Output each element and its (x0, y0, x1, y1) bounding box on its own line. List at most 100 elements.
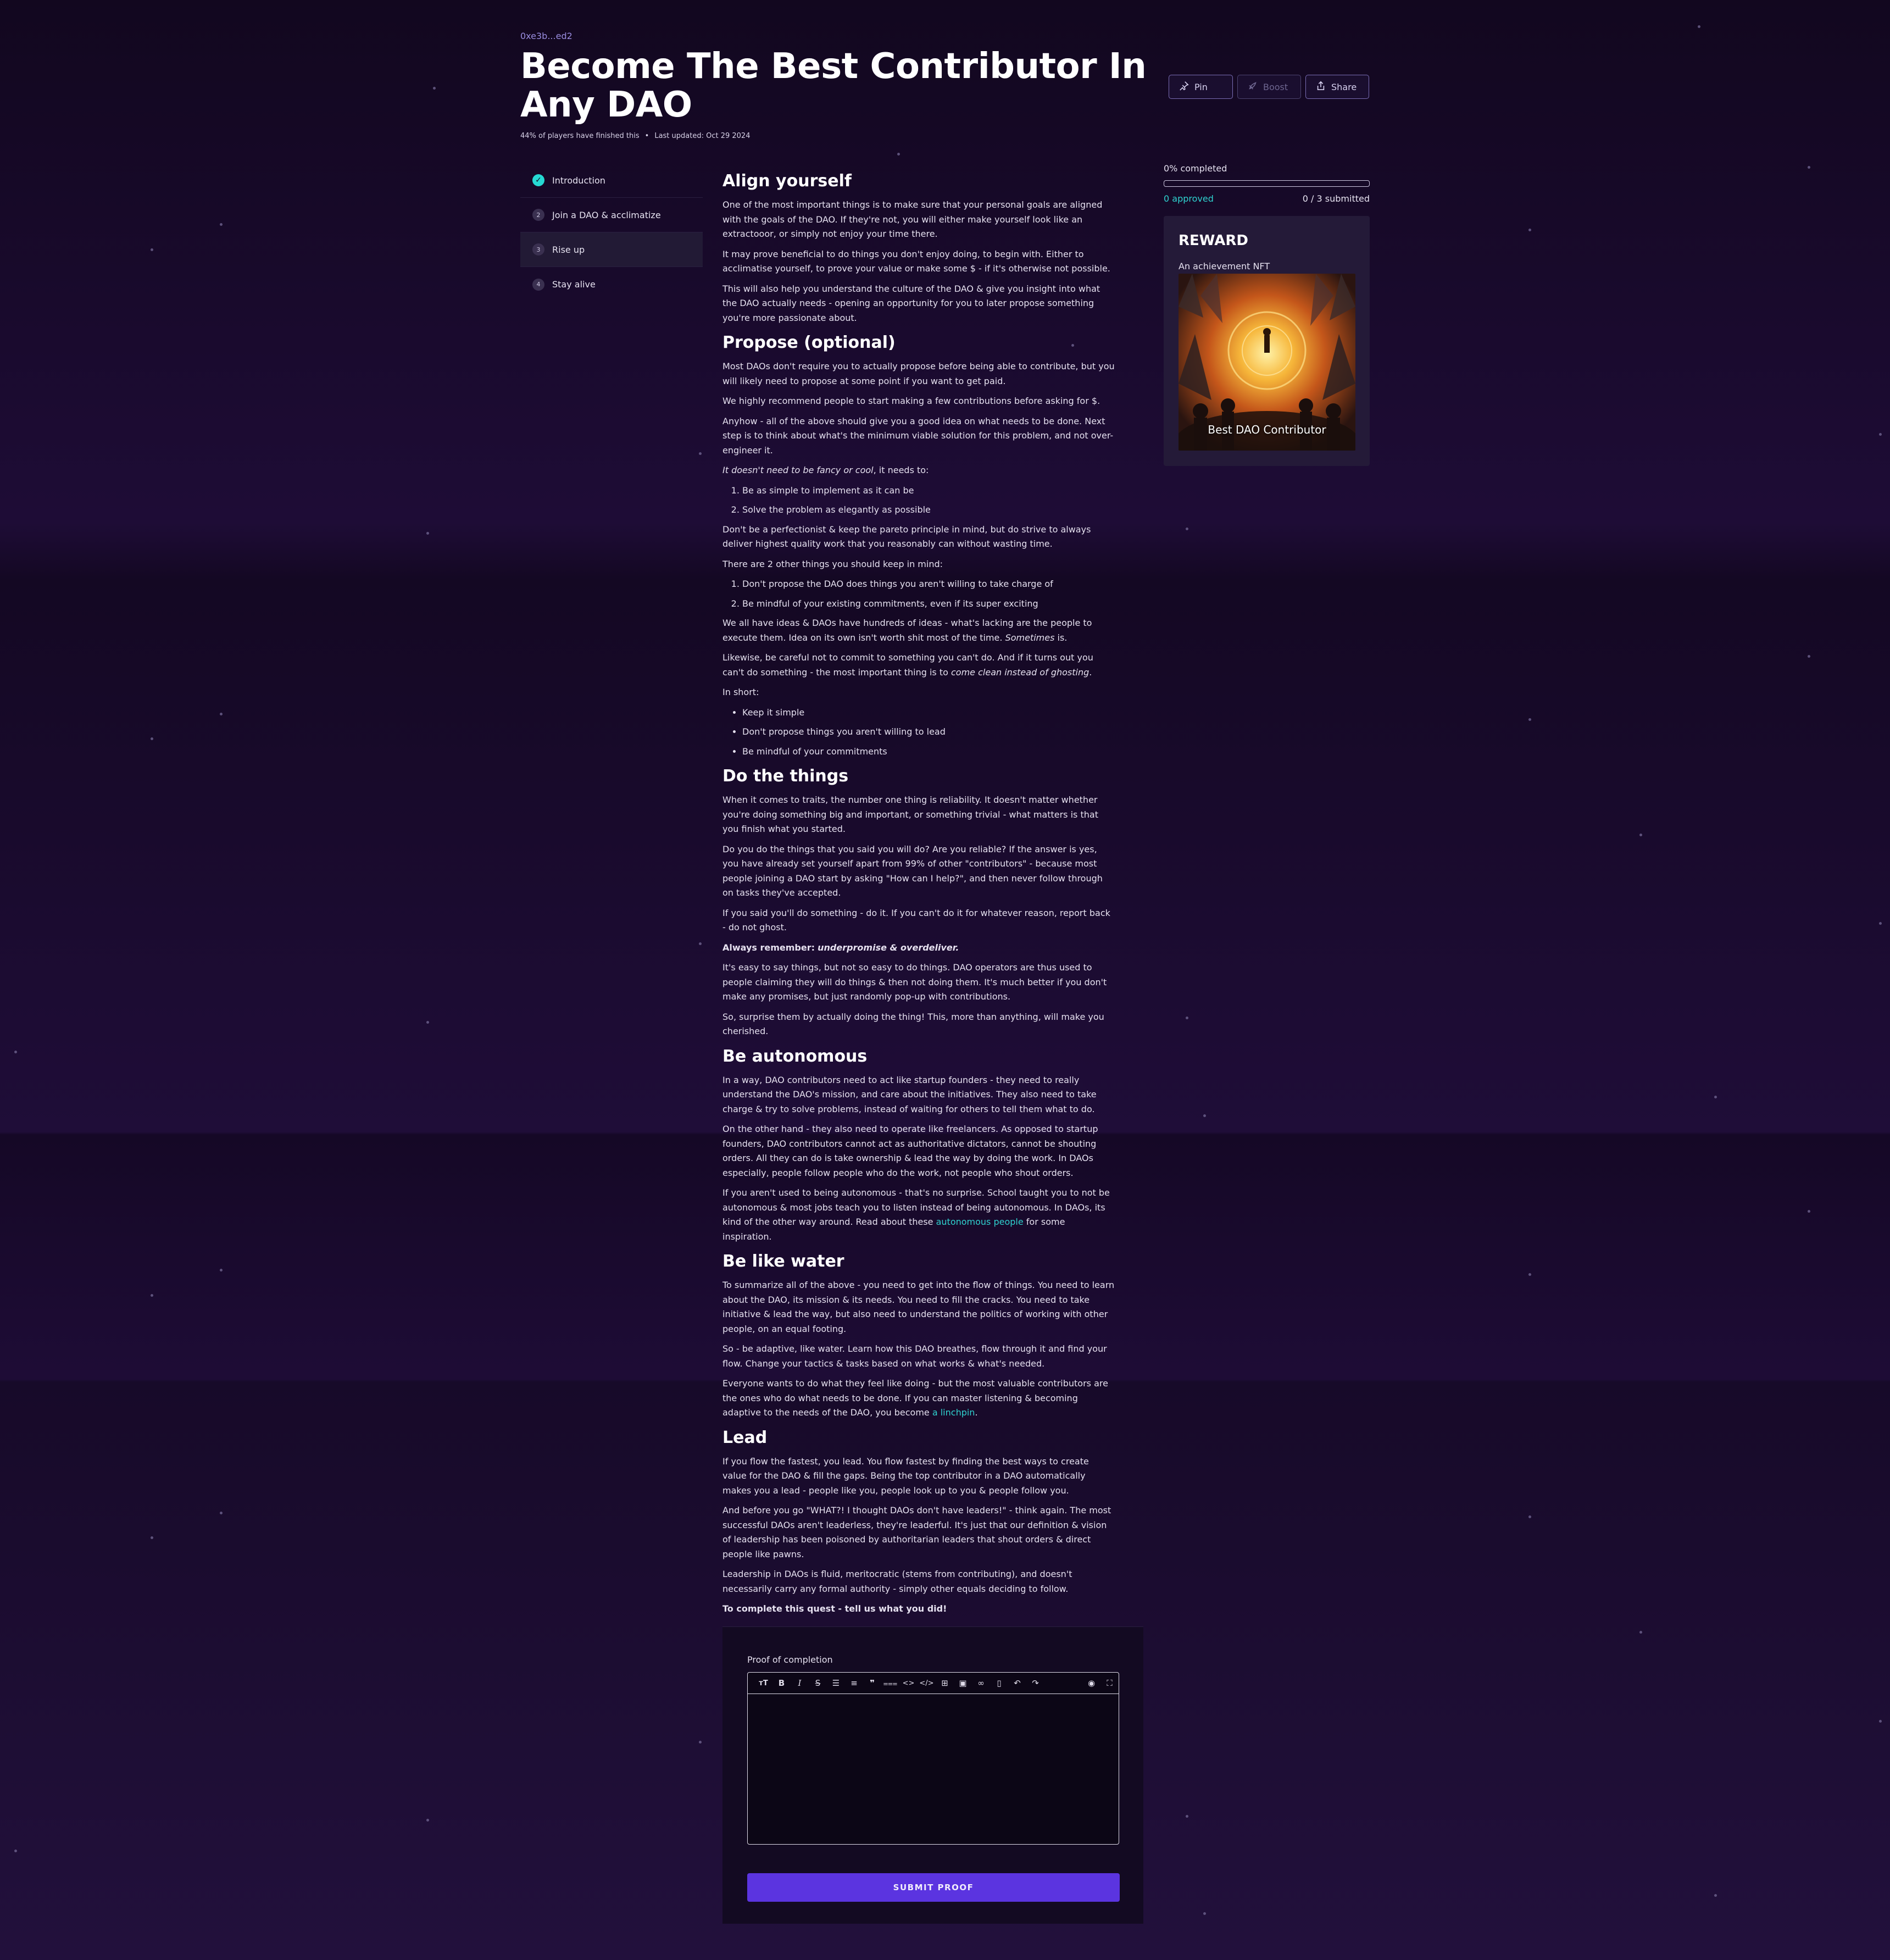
owner-address[interactable]: 0xe3b...ed2 (520, 31, 572, 41)
code-icon[interactable]: <> (899, 1675, 918, 1691)
progress-stats: 0 approved 0 / 3 submitted (1164, 193, 1370, 204)
paragraph: When it comes to traits, the number one … (722, 795, 1098, 834)
paragraph: We all have ideas & DAOs have hundreds o… (722, 616, 1115, 645)
pin-icon (1179, 81, 1189, 93)
step-introduction[interactable]: ✓ Introduction (520, 163, 703, 198)
paragraph: One of the most important things is to m… (722, 199, 1103, 239)
submit-proof-button[interactable]: SUBMIT PROOF (747, 1873, 1120, 1902)
section-heading: Lead (722, 1428, 768, 1447)
check-icon: ✓ (532, 174, 544, 186)
quest-actions: Pin Boost Share (1169, 75, 1369, 99)
share-button[interactable]: Share (1305, 75, 1369, 99)
reward-subtitle: An achievement NFT (1179, 261, 1270, 271)
progress-bar (1164, 180, 1370, 187)
paragraph: Likewise, be careful not to commit to so… (722, 651, 1115, 680)
step-number: 3 (532, 243, 544, 256)
paragraph: On the other hand - they also need to op… (722, 1124, 1098, 1178)
paragraph: And before you go "WHAT?! I thought DAOs… (722, 1505, 1111, 1559)
fullscreen-icon[interactable]: ⛶ (1100, 1675, 1119, 1691)
link-icon[interactable]: ∞ (972, 1675, 990, 1691)
emphasis: Sometimes (1005, 632, 1055, 643)
paragraph: It's easy to say things, but not so easy… (722, 962, 1107, 1002)
emphasis: It doesn't need to be fancy or cool (722, 465, 874, 475)
progress-panel: 0% completed 0 approved 0 / 3 submitted … (1164, 163, 1370, 466)
horizontal-rule-icon[interactable]: ⩶ (881, 1675, 899, 1691)
boost-icon (1248, 81, 1258, 93)
clipboard-icon[interactable]: ▯ (990, 1675, 1008, 1691)
strong-text: Always remember: (722, 942, 815, 953)
paragraph: In a way, DAO contributors need to act l… (722, 1074, 1097, 1114)
paragraph: If you flow the fastest, you lead. You f… (722, 1456, 1089, 1496)
share-label: Share (1331, 81, 1357, 92)
code-block-icon[interactable]: </> (918, 1675, 936, 1691)
approved-count: 0 approved (1164, 193, 1214, 204)
strikethrough-icon[interactable]: S (809, 1675, 827, 1691)
ordered-list-icon[interactable]: ≡ (845, 1675, 863, 1691)
nft-image: Best DAO Contributor (1179, 274, 1355, 451)
quest-content: Align yourself One of the most important… (722, 170, 1115, 1622)
markdown-editor[interactable]: ᴛT B I S ☰ ≡ ❞ ⩶ <> </> ⊞ ▣ ∞ ▯ ↶ ↷ ◉ ⛶ (747, 1672, 1119, 1845)
completion-instruction: To complete this quest - tell us what yo… (722, 1603, 947, 1614)
redo-icon[interactable]: ↷ (1026, 1675, 1044, 1691)
list-item: Don't propose the DAO does things you ar… (742, 577, 1115, 592)
paragraph: This will also help you understand the c… (722, 283, 1100, 323)
text: , it needs to: (873, 465, 929, 475)
list-item: Be mindful of your existing commitments,… (742, 597, 1115, 612)
section-heading: Be like water (722, 1252, 844, 1271)
linchpin-link[interactable]: a linchpin (932, 1407, 975, 1418)
italic-icon[interactable]: I (791, 1675, 809, 1691)
bullet-list: Keep it simple Don't propose things you … (722, 706, 1115, 759)
text: . (1089, 667, 1092, 678)
step-stay-alive[interactable]: 4 Stay alive (520, 267, 703, 302)
players-finished: 44% of players have finished this (520, 132, 640, 140)
quest-steps-nav: ✓ Introduction 2 Join a DAO & acclimatiz… (520, 163, 703, 302)
paragraph: Anyhow - all of the above should give yo… (722, 415, 1114, 456)
paragraph: If you aren't used to being autonomous -… (722, 1186, 1115, 1244)
paragraph: So, surprise them by actually doing the … (722, 1011, 1104, 1037)
section-heading: Propose (optional) (722, 333, 896, 352)
step-label: Stay alive (552, 279, 596, 290)
heading-icon[interactable]: ᴛT (754, 1675, 772, 1691)
text: Everyone wants to do what they feel like… (722, 1378, 1108, 1418)
pin-label: Pin (1194, 81, 1208, 92)
bold-icon[interactable]: B (772, 1675, 791, 1691)
quest-page: 0xe3b...ed2 Become The Best Contributor … (520, 0, 1370, 1960)
section-heading: Do the things (722, 767, 849, 786)
image-icon[interactable]: ▣ (954, 1675, 972, 1691)
paragraph: We highly recommend people to start maki… (722, 396, 1100, 406)
step-join-dao[interactable]: 2 Join a DAO & acclimatize (520, 198, 703, 232)
step-label: Introduction (552, 175, 605, 186)
step-number: 2 (532, 209, 544, 221)
list-item: Be mindful of your commitments (742, 745, 1115, 759)
table-icon[interactable]: ⊞ (936, 1675, 954, 1691)
bullet-list-icon[interactable]: ☰ (827, 1675, 845, 1691)
autonomous-people-link[interactable]: autonomous people (936, 1217, 1024, 1227)
paragraph: Most DAOs don't require you to actually … (722, 361, 1115, 386)
paragraph: If you said you'll do something - do it.… (722, 907, 1110, 933)
preview-icon[interactable]: ◉ (1082, 1675, 1100, 1691)
step-number: 4 (532, 278, 544, 291)
section-heading: Align yourself (722, 171, 852, 191)
reward-card: REWARD An achievement NFT Best DAO Contr… (1164, 216, 1370, 466)
paragraph: There are 2 other things you should keep… (722, 558, 943, 569)
step-label: Join a DAO & acclimatize (552, 209, 661, 220)
boost-label: Boost (1263, 81, 1288, 92)
section-heading: Be autonomous (722, 1046, 868, 1066)
pin-button[interactable]: Pin (1169, 75, 1233, 99)
reward-heading: REWARD (1179, 232, 1249, 249)
proof-form: Proof of completion ᴛT B I S ☰ ≡ ❞ ⩶ <> … (722, 1626, 1143, 1924)
step-rise-up[interactable]: 3 Rise up (520, 232, 703, 267)
list-item: Don't propose things you aren't willing … (742, 725, 1115, 740)
undo-icon[interactable]: ↶ (1008, 1675, 1026, 1691)
submitted-count: 0 / 3 submitted (1302, 193, 1370, 204)
editor-toolbar: ᴛT B I S ☰ ≡ ❞ ⩶ <> </> ⊞ ▣ ∞ ▯ ↶ ↷ ◉ ⛶ (748, 1673, 1119, 1694)
emphasis: come clean instead of ghosting (951, 667, 1089, 678)
paragraph: Do you do the things that you said you w… (722, 843, 1103, 898)
list-item: Keep it simple (742, 706, 1115, 720)
step-label: Rise up (552, 244, 585, 255)
boost-button[interactable]: Boost (1237, 75, 1301, 99)
quote-icon[interactable]: ❞ (863, 1675, 881, 1691)
paragraph: So - be adaptive, like water. Learn how … (722, 1343, 1107, 1369)
paragraph: Leadership in DAOs is fluid, meritocrati… (722, 1569, 1072, 1594)
paragraph: Don't be a perfectionist & keep the pare… (722, 524, 1091, 549)
